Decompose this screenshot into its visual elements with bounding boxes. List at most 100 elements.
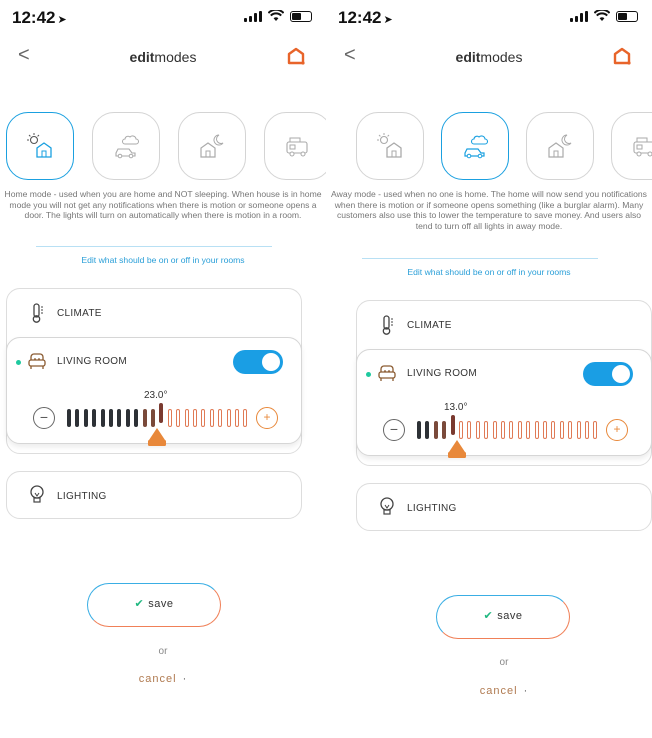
slider-handle-icon[interactable] (148, 428, 166, 446)
signal-icon (244, 10, 262, 22)
divider (36, 246, 272, 247)
mode-night-button[interactable] (526, 112, 594, 180)
slider-tick (450, 415, 455, 435)
battery-icon (290, 10, 312, 22)
thermometer-icon (32, 303, 43, 323)
active-indicator (366, 372, 371, 377)
nav-bar: < editmodes (326, 44, 652, 72)
mode-selector (6, 112, 326, 180)
sofa-icon (378, 365, 396, 381)
living-room-toggle[interactable] (233, 350, 283, 374)
sun-house-icon (377, 133, 402, 158)
mode-away-button[interactable] (92, 112, 160, 180)
slider-tick (134, 409, 139, 427)
climate-label: CLIMATE (407, 320, 452, 331)
decrease-temp-button[interactable]: − (33, 407, 55, 429)
slider-tick (585, 421, 589, 439)
mode-away-button[interactable] (441, 112, 509, 180)
slider-tick (201, 409, 206, 427)
living-room-label: LIVING ROOM (57, 356, 127, 367)
slider-tick (593, 421, 598, 439)
app-logo-icon[interactable] (286, 46, 306, 66)
edit-rooms-link[interactable]: Edit what should be on or off in your ro… (0, 255, 326, 265)
living-room-card: LIVING ROOM 23.0° − + (6, 337, 302, 446)
mode-description: Home mode - used when you are home and N… (4, 189, 322, 221)
slider-tick (417, 421, 421, 439)
mode-vacation-button[interactable] (264, 112, 326, 180)
mode-vacation-button[interactable] (611, 112, 652, 180)
temperature-value: 13.0° (444, 402, 468, 413)
status-bar: 12:42 ➤ (0, 0, 326, 34)
slider-tick (159, 403, 164, 423)
cloud-car-icon (115, 135, 139, 159)
or-text: or (158, 646, 168, 657)
lighting-card[interactable]: LIGHTING (356, 483, 652, 531)
lightbulb-icon (380, 497, 394, 515)
lighting-card[interactable]: LIGHTING (6, 471, 302, 519)
status-time: 12:42 ➤ (12, 8, 67, 27)
slider-tick (442, 421, 447, 439)
signal-icon (570, 10, 588, 22)
slider-tick (83, 409, 88, 427)
save-button[interactable]: ✔ save (87, 583, 221, 627)
cancel-link[interactable]: cancel · (356, 685, 652, 697)
wifi-icon (268, 10, 284, 21)
temperature-slider[interactable] (417, 415, 607, 441)
cloud-car-icon (464, 135, 489, 159)
mode-selector (356, 112, 652, 180)
wifi-icon (594, 10, 610, 21)
save-button[interactable]: ✔ save (436, 595, 570, 639)
slider-tick (568, 421, 573, 439)
nav-bar: < editmodes (0, 44, 326, 72)
slider-tick (243, 409, 248, 427)
lighting-label: LIGHTING (57, 491, 107, 502)
location-arrow-icon: ➤ (57, 14, 67, 26)
slider-tick (551, 421, 556, 439)
slider-tick (433, 421, 438, 439)
living-room-card: LIVING ROOM 13.0° − + (356, 349, 652, 458)
cancel-link[interactable]: cancel · (0, 673, 326, 685)
camper-icon (633, 137, 652, 157)
climate-label: CLIMATE (57, 308, 102, 319)
slider-tick (559, 421, 564, 439)
lighting-label: LIGHTING (407, 503, 457, 514)
mode-description: Away mode - used when no one is home. Th… (331, 189, 647, 231)
status-bar: 12:42 ➤ (326, 0, 652, 34)
checkmark-icon: ✔ (134, 598, 145, 610)
slider-tick (509, 421, 514, 439)
mode-home-button[interactable] (6, 112, 74, 180)
slider-tick (526, 421, 531, 439)
slider-tick (125, 409, 130, 427)
slider-tick (425, 421, 430, 439)
slider-tick (517, 421, 522, 439)
page-title: editmodes (129, 49, 197, 65)
increase-temp-button[interactable]: + (256, 407, 278, 429)
sofa-icon (28, 353, 46, 369)
slider-tick (226, 409, 231, 427)
decrease-temp-button[interactable]: − (383, 419, 405, 441)
screen-away-mode: 12:42 ➤ < editmodes Away mode - used when… (326, 0, 652, 738)
slider-tick (475, 421, 480, 439)
moon-house-icon (200, 134, 224, 158)
slider-tick (92, 409, 97, 427)
edit-rooms-link[interactable]: Edit what should be on or off in your ro… (326, 267, 652, 277)
temperature-slider[interactable] (67, 403, 257, 429)
living-room-label: LIVING ROOM (407, 368, 477, 379)
mode-home-button[interactable] (356, 112, 424, 180)
slider-tick (576, 421, 581, 439)
slider-tick (484, 421, 489, 439)
slider-tick (467, 421, 472, 439)
app-logo-icon[interactable] (612, 46, 632, 66)
checkmark-icon: ✔ (483, 610, 494, 622)
living-room-toggle[interactable] (583, 362, 633, 386)
slider-tick (167, 409, 172, 427)
screen-home-mode: 12:42 ➤ < editmodes Home mode - used when… (0, 0, 326, 738)
slider-tick (459, 421, 463, 439)
mode-night-button[interactable] (178, 112, 246, 180)
thermometer-icon (382, 315, 393, 335)
increase-temp-button[interactable]: + (606, 419, 628, 441)
slider-handle-icon[interactable] (448, 440, 466, 458)
slider-tick (142, 409, 147, 427)
slider-tick (543, 421, 547, 439)
slider-tick (501, 421, 505, 439)
